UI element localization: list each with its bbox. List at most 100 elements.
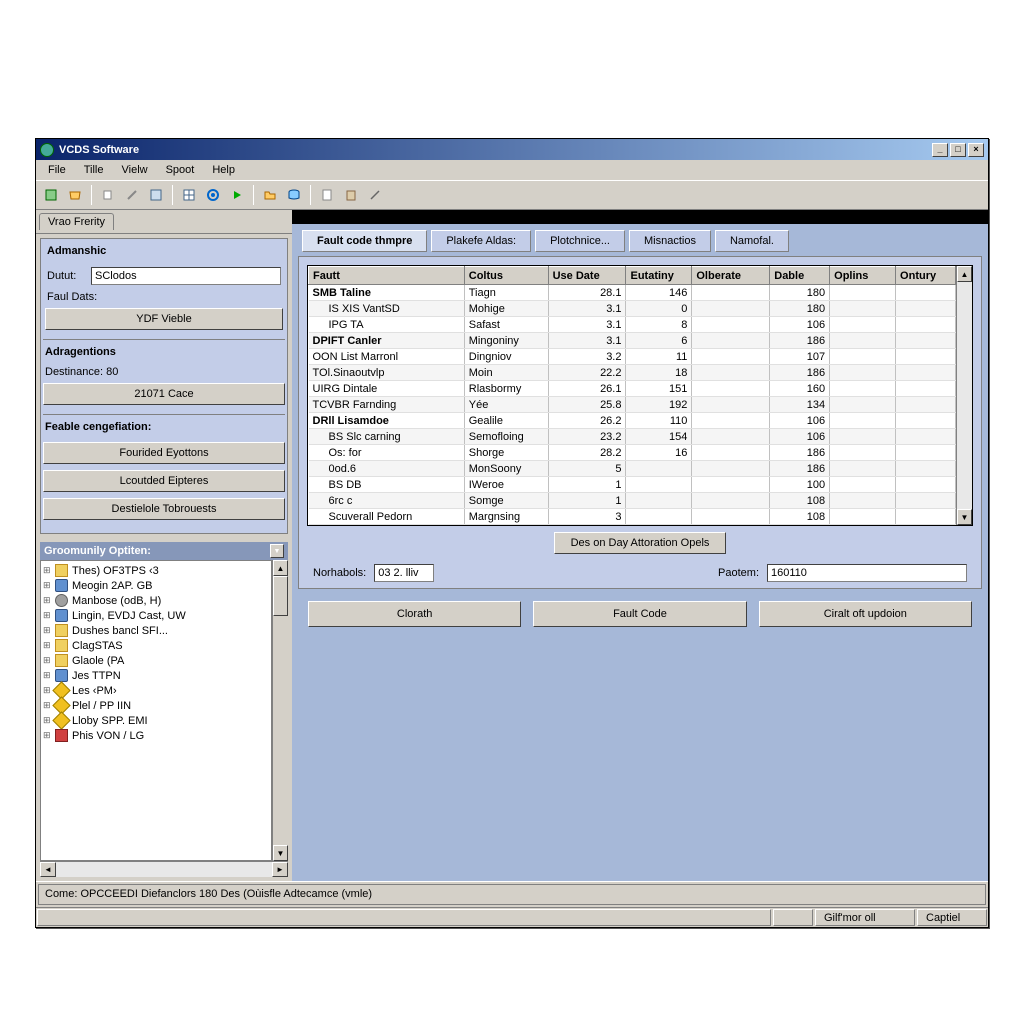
data-table-container: FauttColtusUse DateEutatinyOlberateDable… (307, 265, 973, 526)
close-button[interactable]: × (968, 143, 984, 157)
table-row[interactable]: DRll LisamdoeGealile26.2110106 (309, 413, 956, 429)
main-tab[interactable]: Fault code thmpre (302, 230, 427, 252)
adragentions-title: Adragentions (43, 344, 285, 364)
table-row[interactable]: BS Slc carningSemofloing23.2154106 (309, 429, 956, 445)
tree-item[interactable]: Dushes bancl SFI... (43, 623, 269, 638)
table-row[interactable]: 0od.6MonSoony5186 (309, 461, 956, 477)
fault-code-button[interactable]: Fault Code (533, 601, 746, 627)
tree-item[interactable]: Thes) OF3TPS ‹3 (43, 563, 269, 578)
table-row[interactable]: TOl.SinaoutvlpMoin22.218186 (309, 365, 956, 381)
tb-target-icon[interactable] (202, 184, 224, 206)
table-cell: 18 (626, 365, 692, 381)
menu-file[interactable]: File (40, 162, 74, 178)
menu-title[interactable]: Tille (76, 162, 112, 178)
des-attoration-button[interactable]: Des on Day Attoration Opels (554, 532, 727, 554)
tb-grid-icon[interactable] (178, 184, 200, 206)
table-row[interactable]: 6rc cSomge1108 (309, 493, 956, 509)
tb-play-icon[interactable] (226, 184, 248, 206)
column-header[interactable]: Coltus (464, 267, 548, 285)
tree-item[interactable]: ClagSTAS (43, 638, 269, 653)
column-header[interactable]: Dable (770, 267, 830, 285)
tree-item[interactable]: Meogin 2AP. GB (43, 578, 269, 593)
column-header[interactable]: Oplins (830, 267, 896, 285)
tree-item[interactable]: Lingin, EVDJ Cast, UW (43, 608, 269, 623)
destielole-button[interactable]: Destielole Tobrouests (43, 498, 285, 520)
scroll-down-icon[interactable]: ▼ (957, 509, 972, 525)
menu-sport[interactable]: Spoot (158, 162, 203, 178)
tb-wand-icon[interactable] (121, 184, 143, 206)
tb-new-icon[interactable] (40, 184, 62, 206)
maximize-button[interactable]: □ (950, 143, 966, 157)
column-header[interactable]: Eutatiny (626, 267, 692, 285)
table-cell (692, 461, 770, 477)
scroll-down-icon[interactable]: ▼ (273, 845, 288, 861)
table-cell: Tiagn (464, 285, 548, 301)
minimize-button[interactable]: _ (932, 143, 948, 157)
titlebar[interactable]: VCDS Software _ □ × (36, 139, 988, 160)
tb-copy-icon[interactable] (97, 184, 119, 206)
table-row[interactable]: Scuverall PedornMargnsing3108 (309, 509, 956, 525)
table-row[interactable]: Os: forShorge28.216186 (309, 445, 956, 461)
column-header[interactable]: Fautt (309, 267, 465, 285)
fourided-button[interactable]: Fourided Eyottons (43, 442, 285, 464)
table-cell (830, 317, 896, 333)
table-row[interactable]: IS XIS VantSDMohige3.10180 (309, 301, 956, 317)
tb-doc-icon[interactable] (316, 184, 338, 206)
lcoutded-button[interactable]: Lcoutded Eipteres (43, 470, 285, 492)
table-row[interactable]: UIRG DintaleRlasbormy26.1151160 (309, 381, 956, 397)
main-tab[interactable]: Plakefe Aldas: (431, 230, 531, 252)
tb-pencil-icon[interactable] (364, 184, 386, 206)
tb-sheet-icon[interactable] (145, 184, 167, 206)
norhabols-input[interactable] (374, 564, 434, 582)
tree-item[interactable]: Plel / PP IIN (43, 698, 269, 713)
column-header[interactable]: Olberate (692, 267, 770, 285)
tree-hscroll[interactable]: ◄ ► (40, 861, 288, 877)
table-row[interactable]: TCVBR FarndingYée25.8192134 (309, 397, 956, 413)
scroll-right-icon[interactable]: ► (272, 862, 288, 877)
table-cell: 186 (770, 461, 830, 477)
menu-view[interactable]: Vielw (114, 162, 156, 178)
tree-dropdown-icon[interactable]: ▼ (270, 544, 284, 558)
main-tab[interactable]: Misnactios (629, 230, 711, 252)
tb-clip-icon[interactable] (340, 184, 362, 206)
table-cell: 108 (770, 509, 830, 525)
table-cell: TCVBR Farnding (309, 397, 465, 413)
tree-item[interactable]: Glaole (PA (43, 653, 269, 668)
clorath-button[interactable]: Clorath (308, 601, 521, 627)
left-tab[interactable]: Vrao Frerity (39, 213, 114, 230)
table-vscroll[interactable]: ▲ ▼ (956, 266, 972, 525)
scroll-thumb[interactable] (273, 576, 288, 616)
tree-item[interactable]: Phis VON / LG (43, 728, 269, 743)
table-row[interactable]: BS DBIWeroe1100 (309, 477, 956, 493)
scroll-left-icon[interactable]: ◄ (40, 862, 56, 877)
ciralt-button[interactable]: Ciralt oft updoion (759, 601, 972, 627)
tb-folder-icon[interactable] (259, 184, 281, 206)
table-cell: UIRG Dintale (309, 381, 465, 397)
table-cell: Os: for (309, 445, 465, 461)
table-cell: 106 (770, 413, 830, 429)
table-row[interactable]: SMB TalineTiagn28.1146180 (309, 285, 956, 301)
tree-item[interactable]: Les ‹PM› (43, 683, 269, 698)
menu-help[interactable]: Help (204, 162, 243, 178)
dutut-input[interactable] (91, 267, 281, 285)
paotem-input[interactable] (767, 564, 967, 582)
column-header[interactable]: Ontury (896, 267, 956, 285)
tree-item[interactable]: Jes TTPN (43, 668, 269, 683)
toolbar (36, 180, 988, 210)
table-cell (692, 445, 770, 461)
tree-item[interactable]: Manbose (odB, H) (43, 593, 269, 608)
table-row[interactable]: IPG TASafast3.18106 (309, 317, 956, 333)
tree-vscroll[interactable]: ▲ ▼ (272, 560, 288, 861)
tree-item[interactable]: Lloby SPP. EMI (43, 713, 269, 728)
scroll-up-icon[interactable]: ▲ (273, 560, 288, 576)
tb-db-icon[interactable] (283, 184, 305, 206)
column-header[interactable]: Use Date (548, 267, 626, 285)
table-row[interactable]: OON List MarronlDingniov3.211107 (309, 349, 956, 365)
main-tab[interactable]: Plotchnice... (535, 230, 625, 252)
scroll-up-icon[interactable]: ▲ (957, 266, 972, 282)
cace-button[interactable]: 21071 Cace (43, 383, 285, 405)
ydf-vieble-button[interactable]: YDF Vieble (45, 308, 283, 330)
table-row[interactable]: DPIFT CanlerMingoniny3.16186 (309, 333, 956, 349)
main-tab[interactable]: Namofal. (715, 230, 789, 252)
tb-open-icon[interactable] (64, 184, 86, 206)
